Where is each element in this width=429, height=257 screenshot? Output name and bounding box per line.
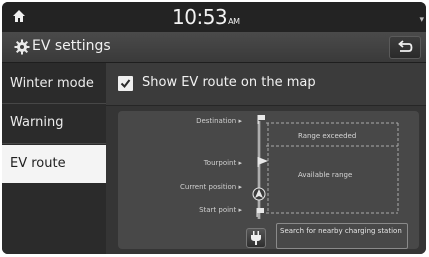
signal-icon: ▾: [419, 15, 424, 25]
title-bar: EV settings: [2, 32, 426, 63]
clock-time: 10:53: [172, 5, 228, 29]
main-panel: Show EV route on the map Destination ▸ T…: [106, 63, 426, 254]
sidebar-item-ev-route[interactable]: EV route: [2, 145, 106, 183]
charging-station-button[interactable]: [246, 228, 266, 248]
destination-label: Destination ▸: [196, 117, 242, 125]
search-charging-station-button[interactable]: Search for nearby charging station: [276, 223, 408, 249]
screen: 10:53AM ▾ EV settings Winter mode Warnin…: [2, 2, 426, 254]
tourpoint-label: Tourpoint ▸: [203, 159, 242, 167]
home-icon[interactable]: [12, 9, 26, 23]
plug-icon: [251, 231, 261, 245]
sidebar: Winter mode Warning EV route: [2, 63, 106, 254]
clock: 10:53AM: [172, 5, 240, 29]
back-arrow-icon: [398, 40, 413, 52]
status-bar: 10:53AM ▾: [2, 2, 426, 32]
ev-route-diagram: Destination ▸ Tourpoint ▸ Current positi…: [118, 111, 419, 249]
sidebar-divider: [2, 143, 106, 144]
show-ev-route-label: Show EV route on the map: [142, 75, 316, 90]
gear-icon: [14, 39, 30, 55]
page-title: EV settings: [32, 38, 111, 54]
clock-ampm: AM: [228, 17, 240, 26]
show-ev-route-option[interactable]: Show EV route on the map: [106, 63, 426, 106]
available-range-label: Available range: [298, 171, 353, 179]
show-ev-route-checkbox[interactable]: [118, 76, 133, 91]
sidebar-item-warning[interactable]: Warning: [2, 104, 106, 142]
current-position-icon: [252, 187, 266, 201]
start-point-label: Start point ▸: [199, 206, 242, 214]
checkmark-icon: [120, 79, 131, 89]
back-button[interactable]: [389, 36, 421, 59]
current-position-label: Current position ▸: [180, 183, 242, 191]
sidebar-item-winter-mode[interactable]: Winter mode: [2, 65, 106, 103]
range-exceeded-label: Range exceeded: [298, 132, 357, 140]
